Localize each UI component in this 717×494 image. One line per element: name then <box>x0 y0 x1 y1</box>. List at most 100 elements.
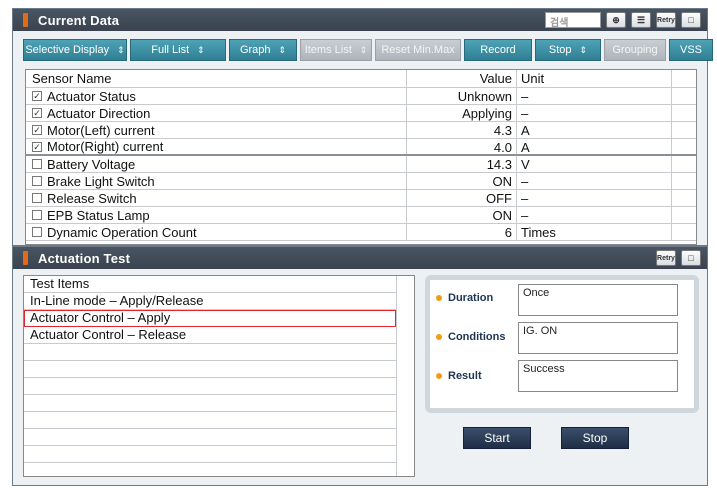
sensor-name-cell: Release Switch <box>26 190 407 206</box>
title-marker <box>23 13 28 27</box>
zoom-icon[interactable]: ⊕ <box>606 12 626 28</box>
sensor-name-cell: Battery Voltage <box>26 156 407 172</box>
sensor-checkbox[interactable]: ✓ <box>32 108 42 118</box>
column-value[interactable]: Value <box>407 70 517 87</box>
toolbar-button-label: Reset Min.Max <box>381 44 455 56</box>
duration-label: Duration <box>448 292 494 304</box>
sensor-row[interactable]: ✓ Motor(Right) current 4.0 A <box>26 139 696 156</box>
sensor-unit: – <box>517 190 672 206</box>
column-sensor-name[interactable]: Sensor Name <box>26 70 407 87</box>
empty-test-row <box>24 446 396 463</box>
sensor-name: Motor(Left) current <box>47 122 155 138</box>
sensor-unit: A <box>517 122 672 138</box>
sensor-checkbox[interactable] <box>32 193 42 203</box>
sensor-row[interactable]: Dynamic Operation Count 6 Times <box>26 224 696 241</box>
sensor-name: Release Switch <box>47 190 137 206</box>
sensor-checkbox[interactable]: ✓ <box>32 125 42 135</box>
toolbar-selective-display-button[interactable]: Selective Display ⇕ <box>23 39 127 61</box>
dropdown-arrow-icon: ⇕ <box>579 44 588 55</box>
test-info-box: Duration Once Conditions IG. ON Result S… <box>425 275 699 413</box>
dropdown-arrow-icon: ⇕ <box>197 44 205 55</box>
dropdown-arrow-icon: ⇕ <box>117 44 125 55</box>
current-data-toolbar: Selective Display ⇕ Full List ⇕ Graph ⇕ Items … <box>23 39 713 61</box>
sensor-value: 4.0 <box>407 139 517 155</box>
empty-test-row <box>24 412 396 429</box>
retry-icon[interactable]: Retry <box>656 250 676 266</box>
empty-test-row <box>24 395 396 412</box>
empty-test-row <box>24 378 396 395</box>
sensor-table-header: Sensor Name Value Unit <box>26 70 696 88</box>
sensor-checkbox[interactable] <box>32 159 42 169</box>
toolbar-graph-button[interactable]: Graph ⇕ <box>229 39 297 61</box>
sensor-unit: V <box>517 156 672 172</box>
stop-button[interactable]: Stop <box>561 427 629 449</box>
list-icon[interactable]: ☰ <box>631 12 651 28</box>
conditions-value: IG. ON <box>518 322 678 354</box>
toolbar-reset-min-max-button[interactable]: Reset Min.Max <box>375 39 461 61</box>
toolbar-button-label: Grouping <box>612 44 658 56</box>
sensor-unit: – <box>517 105 672 121</box>
test-item[interactable]: Actuator Control – Apply <box>24 310 396 327</box>
sensor-value: 14.3 <box>407 156 517 172</box>
bullet-icon <box>436 334 442 340</box>
sensor-name-cell: ✓ Motor(Right) current <box>26 139 407 154</box>
toolbar-button-label: Stop <box>548 44 572 56</box>
sensor-row[interactable]: ✓ Actuator Status Unknown – <box>26 88 696 105</box>
toolbar-full-list-button[interactable]: Full List ⇕ <box>130 39 226 61</box>
toolbar-record-button[interactable]: Record <box>464 39 532 61</box>
actuation-test-panel: Actuation Test Retry □ Test Items In-Lin… <box>12 246 708 486</box>
current-data-panel: Current Data 검색 ⊕ ☰ Retry □ Selective Di… <box>12 8 713 246</box>
title-marker <box>23 251 28 265</box>
sensor-name-cell: Brake Light Switch <box>26 173 407 189</box>
empty-test-row <box>24 361 396 378</box>
search-input[interactable]: 검색 <box>545 12 601 29</box>
column-unit[interactable]: Unit <box>517 70 672 87</box>
current-data-titlebar: Current Data 검색 ⊕ ☰ Retry □ <box>13 9 707 31</box>
sensor-name-cell: ✓ Actuator Status <box>26 88 407 104</box>
sensor-checkbox[interactable] <box>32 176 42 186</box>
maximize-icon[interactable]: □ <box>681 12 701 28</box>
sensor-row[interactable]: Brake Light Switch ON – <box>26 173 696 190</box>
toolbar-button-label: Record <box>480 44 516 56</box>
result-label: Result <box>448 370 482 382</box>
current-data-title: Current Data <box>38 12 120 28</box>
retry-icon[interactable]: Retry <box>656 12 676 28</box>
maximize-icon[interactable]: □ <box>681 250 701 266</box>
bullet-icon <box>436 373 442 379</box>
sensor-name: Battery Voltage <box>47 156 136 172</box>
toolbar-items-list-button[interactable]: Items List ⇕ <box>300 39 372 61</box>
sensor-checkbox[interactable] <box>32 227 42 237</box>
test-item[interactable]: In-Line mode – Apply/Release <box>24 293 396 310</box>
sensor-name: Brake Light Switch <box>47 173 155 189</box>
test-items-header: Test Items <box>24 276 396 293</box>
sensor-name-cell: ✓ Actuator Direction <box>26 105 407 121</box>
toolbar-button-label: Items List <box>304 44 352 56</box>
empty-test-row <box>24 344 396 361</box>
test-items-list: Test Items In-Line mode – Apply/Release A… <box>23 275 415 477</box>
start-button[interactable]: Start <box>463 427 531 449</box>
actuation-test-titlebar: Actuation Test Retry □ <box>13 247 707 269</box>
sensor-name-cell: EPB Status Lamp <box>26 207 407 223</box>
toolbar-vss-button[interactable]: VSS <box>669 39 713 61</box>
result-row: Result <box>436 370 482 382</box>
toolbar-grouping-button[interactable]: Grouping <box>604 39 666 61</box>
result-value: Success <box>518 360 678 392</box>
sensor-row[interactable]: ✓ Actuator Direction Applying – <box>26 105 696 122</box>
sensor-checkbox[interactable]: ✓ <box>32 91 42 101</box>
sensor-name: Actuator Direction <box>47 105 151 121</box>
sensor-checkbox[interactable] <box>32 210 42 220</box>
toolbar-stop-button[interactable]: Stop ⇕ <box>535 39 601 61</box>
test-item[interactable]: Actuator Control – Release <box>24 327 396 344</box>
sensor-unit: – <box>517 88 672 104</box>
sensor-row[interactable]: ✓ Motor(Left) current 4.3 A <box>26 122 696 139</box>
sensor-row[interactable]: Battery Voltage 14.3 V <box>26 156 696 173</box>
actuation-test-title: Actuation Test <box>38 250 131 266</box>
sensor-row[interactable]: Release Switch OFF – <box>26 190 696 207</box>
bullet-icon <box>436 295 442 301</box>
sensor-value: ON <box>407 207 517 223</box>
toolbar-button-label: Graph <box>239 44 271 56</box>
conditions-row: Conditions <box>436 331 505 343</box>
dropdown-arrow-icon: ⇕ <box>359 44 368 55</box>
sensor-row[interactable]: EPB Status Lamp ON – <box>26 207 696 224</box>
sensor-checkbox[interactable]: ✓ <box>32 141 42 152</box>
